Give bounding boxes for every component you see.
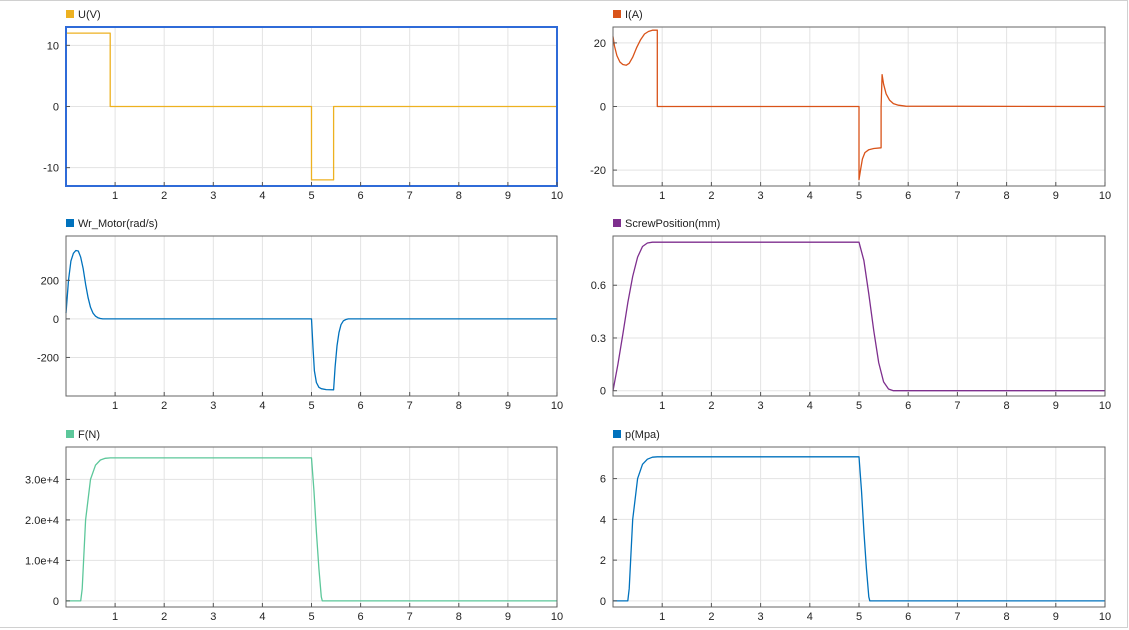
x-tick-label: 9 bbox=[1053, 400, 1059, 412]
x-tick-label: 5 bbox=[856, 400, 862, 412]
x-tick-label: 10 bbox=[551, 190, 563, 202]
plot-panel-2[interactable]: I(A) 1 2 3 4 5 6 7 8 9 10 -20 0 20 bbox=[590, 9, 1111, 202]
x-tick-label: 5 bbox=[308, 611, 314, 623]
x-tick-label: 1 bbox=[659, 400, 665, 412]
x-tick-label: 1 bbox=[659, 611, 665, 623]
x-tick-label: 5 bbox=[308, 400, 314, 412]
legend-label: U(V) bbox=[78, 9, 101, 21]
x-tick-label: 1 bbox=[112, 400, 118, 412]
x-tick-label: 10 bbox=[551, 400, 563, 412]
x-tick-label: 5 bbox=[856, 611, 862, 623]
x-tick-label: 2 bbox=[161, 611, 167, 623]
x-tick-label: 9 bbox=[1053, 190, 1059, 202]
x-tick-label: 10 bbox=[551, 611, 563, 623]
x-tick-label: 10 bbox=[1099, 611, 1111, 623]
x-tick-label: 6 bbox=[905, 400, 911, 412]
x-tick-label: 7 bbox=[954, 190, 960, 202]
x-tick-label: 9 bbox=[505, 611, 511, 623]
x-tick-label: 2 bbox=[161, 400, 167, 412]
x-tick-label: 7 bbox=[954, 611, 960, 623]
y-tick-label: 2.0e+4 bbox=[25, 515, 59, 527]
x-tick-label: 3 bbox=[210, 611, 216, 623]
legend-label: ScrewPosition(mm) bbox=[625, 218, 720, 230]
legend-label: I(A) bbox=[625, 9, 643, 21]
x-tick-label: 2 bbox=[708, 611, 714, 623]
x-tick-label: 8 bbox=[456, 611, 462, 623]
y-tick-label: 6 bbox=[600, 474, 606, 486]
y-tick-label: 1.0e+4 bbox=[25, 555, 59, 567]
x-tick-label: 9 bbox=[505, 400, 511, 412]
x-tick-label: 4 bbox=[259, 611, 265, 623]
y-tick-label: 200 bbox=[41, 275, 59, 287]
y-tick-label: 0 bbox=[53, 102, 59, 114]
x-tick-label: 3 bbox=[758, 611, 764, 623]
plot-panel-6[interactable]: p(Mpa) 1 2 3 4 5 6 7 8 9 10 0 2 4 6 bbox=[600, 429, 1111, 623]
legend-marker bbox=[613, 430, 621, 438]
y-tick-label: 0 bbox=[600, 596, 606, 608]
x-tick-label: 9 bbox=[1053, 611, 1059, 623]
x-tick-label: 5 bbox=[856, 190, 862, 202]
legend-marker bbox=[613, 219, 621, 227]
y-tick-label: -20 bbox=[590, 165, 606, 177]
y-tick-label: 0 bbox=[600, 386, 606, 398]
y-tick-label: 2 bbox=[600, 555, 606, 567]
x-tick-label: 4 bbox=[807, 190, 813, 202]
x-tick-label: 8 bbox=[456, 190, 462, 202]
x-tick-label: 6 bbox=[905, 611, 911, 623]
y-tick-label: 20 bbox=[594, 38, 606, 50]
x-tick-label: 2 bbox=[161, 190, 167, 202]
x-tick-label: 6 bbox=[358, 400, 364, 412]
x-tick-label: 4 bbox=[807, 611, 813, 623]
plot-panel-3[interactable]: Wr_Motor(rad/s) 1 2 3 4 5 6 7 8 9 10 -200 0 200 bbox=[37, 218, 563, 412]
y-tick-label: 0.3 bbox=[591, 333, 606, 345]
x-tick-label: 3 bbox=[210, 190, 216, 202]
plot-panel-5[interactable]: F(N) 1 2 3 4 5 6 7 8 9 10 0 1.0e+4 2.0e+4 3.0e+4 bbox=[25, 429, 563, 623]
x-tick-label: 6 bbox=[358, 611, 364, 623]
y-tick-label: 0 bbox=[53, 314, 59, 326]
legend-label: Wr_Motor(rad/s) bbox=[78, 218, 158, 230]
legend-label: p(Mpa) bbox=[625, 429, 660, 441]
x-tick-label: 7 bbox=[407, 611, 413, 623]
x-tick-label: 3 bbox=[758, 400, 764, 412]
plot-panel-4[interactable]: ScrewPosition(mm) 1 2 3 4 5 6 7 8 9 10 0 0.3 0.6 bbox=[591, 218, 1111, 412]
x-tick-label: 4 bbox=[807, 400, 813, 412]
x-tick-label: 3 bbox=[210, 400, 216, 412]
x-tick-label: 1 bbox=[112, 611, 118, 623]
y-tick-label: 3.0e+4 bbox=[25, 474, 59, 486]
plots-canvas: U(V)1 2 3 4 5 6 7 8 9 10-10010I(A)1 2 3 4 5 6 7 8 9 10-200… bbox=[25, 9, 1111, 623]
x-tick-label: 6 bbox=[358, 190, 364, 202]
x-tick-label: 2 bbox=[708, 400, 714, 412]
y-tick-label: 0 bbox=[600, 102, 606, 114]
x-tick-label: 4 bbox=[259, 400, 265, 412]
x-tick-label: 8 bbox=[1004, 611, 1010, 623]
x-tick-label: 7 bbox=[954, 400, 960, 412]
legend-marker bbox=[66, 430, 74, 438]
y-tick-label: -200 bbox=[37, 352, 59, 364]
plot-panel-1[interactable]: U(V) 1 2 3 4 5 6 7 8 9 10 -10 0 10 bbox=[43, 9, 563, 202]
y-tick-label: 10 bbox=[47, 40, 59, 52]
y-tick-label: 4 bbox=[600, 514, 606, 526]
x-tick-label: 10 bbox=[1099, 190, 1111, 202]
legend-marker bbox=[66, 10, 74, 18]
legend-label: F(N) bbox=[78, 429, 100, 441]
x-tick-label: 8 bbox=[1004, 400, 1010, 412]
x-tick-label: 10 bbox=[1099, 400, 1111, 412]
x-tick-label: 7 bbox=[407, 190, 413, 202]
x-tick-label: 3 bbox=[758, 190, 764, 202]
y-tick-label: -10 bbox=[43, 163, 59, 175]
x-tick-label: 7 bbox=[407, 400, 413, 412]
x-tick-label: 8 bbox=[456, 400, 462, 412]
x-tick-label: 1 bbox=[112, 190, 118, 202]
x-tick-label: 6 bbox=[905, 190, 911, 202]
legend-marker bbox=[66, 219, 74, 227]
x-tick-label: 1 bbox=[659, 190, 665, 202]
legend-marker bbox=[613, 10, 621, 18]
x-tick-label: 4 bbox=[259, 190, 265, 202]
x-tick-label: 5 bbox=[308, 190, 314, 202]
x-tick-label: 2 bbox=[708, 190, 714, 202]
y-tick-label: 0.6 bbox=[591, 280, 606, 292]
x-tick-label: 9 bbox=[505, 190, 511, 202]
y-tick-label: 0 bbox=[53, 596, 59, 608]
x-tick-label: 8 bbox=[1004, 190, 1010, 202]
